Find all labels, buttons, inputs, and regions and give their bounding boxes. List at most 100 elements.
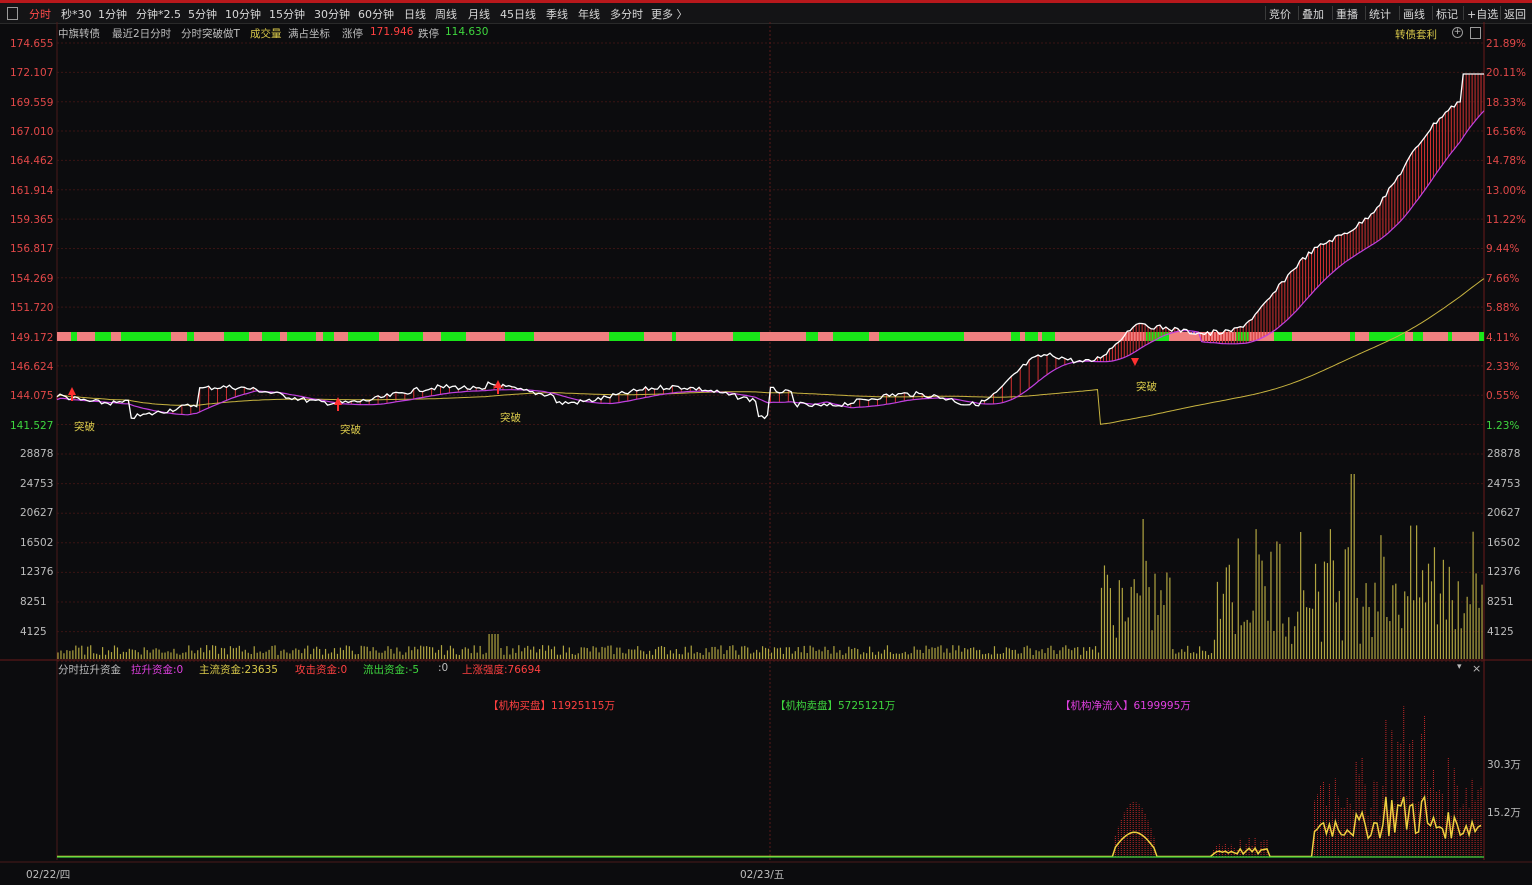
signal-block [218,332,224,341]
signal-block [981,332,992,341]
intraday-chart[interactable] [0,0,1532,885]
signal-block [733,332,756,341]
volume-axis-label: 28878 [20,448,54,460]
volume-axis-label: 20627 [20,507,54,520]
signal-block [855,332,869,341]
pct-axis-label: 2.33% [1486,360,1520,373]
signal-block [964,332,968,341]
signal-block [760,332,779,341]
signal-block [1479,332,1484,341]
signal-block [992,332,1011,341]
signal-block [1452,332,1460,341]
signal-block [727,332,733,341]
main-fund-line [57,794,1482,858]
signal-block [1292,332,1312,341]
signal-block [1055,332,1070,341]
signal-block [806,332,813,341]
chevron-down-icon[interactable]: ▾ [1457,662,1462,672]
signal-block [813,332,818,341]
signal-block [921,332,938,341]
signal-block [879,332,884,341]
signal-block [711,332,727,341]
signal-block [441,332,466,341]
signal-block [379,332,399,341]
signal-block [418,332,423,341]
signal-block [1085,332,1091,341]
date-label: 02/22/四 [26,869,71,881]
signal-block [672,332,676,341]
signal-block [1355,332,1369,341]
pct-axis-label: 16.56% [1486,126,1527,139]
volume-axis-label: 4125 [1487,625,1514,638]
volume-axis-label: 8251 [20,596,47,608]
signal-block [884,332,893,341]
signal-block [534,332,543,341]
signal-block [1369,332,1387,341]
volume-axis-label: 8251 [1487,596,1514,608]
signal-block [171,332,187,341]
pct-axis-label: 0.55% [1486,390,1520,403]
fund-flow-item: 攻击资金:0 [295,664,348,676]
signal-block [1405,332,1413,341]
signal-block [1070,332,1085,341]
signal-block [1236,332,1249,341]
signal-block [90,332,95,341]
signal-block [57,332,71,341]
volume-axis-label: 24753 [1487,477,1521,490]
price-axis-label: 156.817 [10,243,54,256]
signal-block [95,332,111,341]
signal-block [153,332,171,341]
signal-block [1091,332,1109,341]
signal-block [466,332,479,341]
inst-net-label: 【机构净流入】6199995万 [1060,700,1191,712]
volume-axis-label: 28878 [1487,448,1521,460]
signal-block [950,332,964,341]
signal-block [194,332,218,341]
signal-block [1423,332,1448,341]
breakout-label: 突破 [74,421,95,433]
signal-block [565,332,589,341]
breakout-label: 突破 [340,424,361,436]
price-axis-label: 146.624 [10,360,54,373]
signal-block [697,332,711,341]
price-axis-label: 167.010 [10,126,54,139]
lower-panel-title[interactable]: 分时拉升资金 [58,662,121,677]
signal-block [968,332,981,341]
volume-axis-label: 20627 [1487,507,1521,520]
signal-block [479,332,492,341]
pct-axis-label: 9.44% [1486,243,1520,256]
signal-block [833,332,855,341]
signal-block [287,332,300,341]
signal-block [339,332,348,341]
signal-block [779,332,797,341]
inst-buy-label: 【机构买盘】11925115万 [488,700,615,712]
volume-axis-label: 12376 [1487,566,1521,579]
signal-block [543,332,565,341]
signal-block [1020,332,1025,341]
signal-block [323,332,334,341]
price-axis-label: 169.559 [10,96,54,109]
signal-block [1274,332,1292,341]
pct-axis-label: 1.23% [1486,419,1520,432]
lower-axis-label: 30.3万 [1487,759,1521,771]
close-icon[interactable]: × [1472,662,1481,675]
fund-flow-item: 拉升资金:0 [131,664,184,676]
signal-block [1025,332,1030,341]
pct-axis-label: 13.00% [1486,184,1527,197]
signal-block [663,332,672,341]
signal-block [797,332,806,341]
signal-block [914,332,921,341]
signal-block [625,332,636,341]
pct-axis-label: 4.11% [1486,331,1520,344]
signal-block [334,332,339,341]
pct-axis-label: 7.66% [1486,272,1520,285]
lower-axis-label: 15.2万 [1487,807,1521,819]
fund-flow-item: :0 [438,662,449,674]
sell-arrow-icon [1131,358,1139,366]
signal-block [121,332,139,341]
fund-flow-item: 上涨强度:76694 [462,664,541,676]
pct-axis-label: 14.78% [1486,155,1527,168]
volume-axis-label: 16502 [1487,536,1521,549]
signal-block [1042,332,1055,341]
price-axis-label: 151.720 [10,302,54,315]
